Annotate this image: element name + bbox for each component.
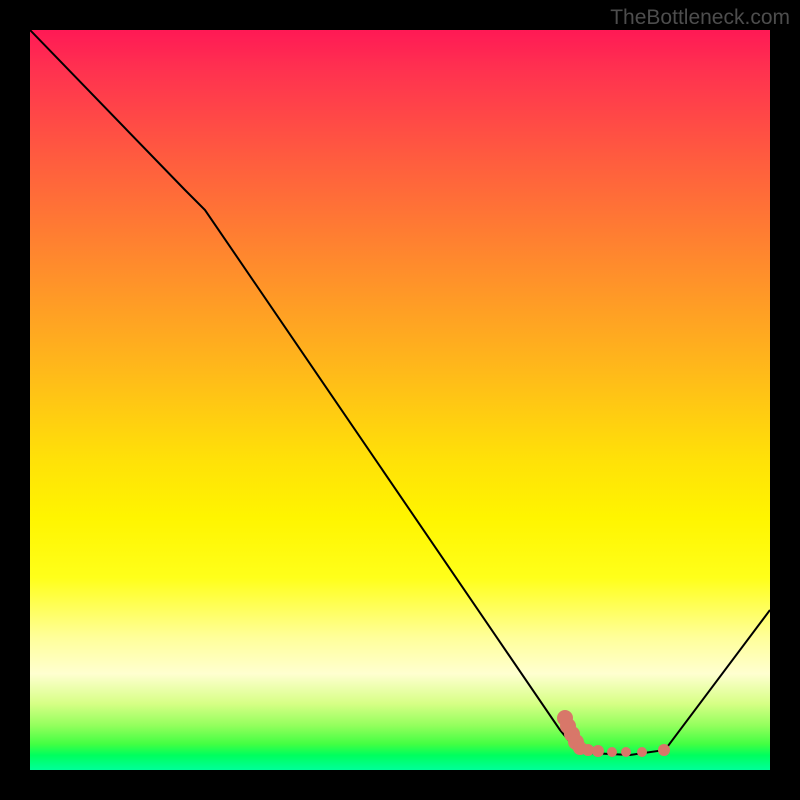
chart-marker xyxy=(621,747,631,757)
chart-plot-area xyxy=(30,30,770,770)
chart-marker xyxy=(637,747,647,757)
chart-marker xyxy=(592,745,604,757)
chart-marker xyxy=(607,747,617,757)
chart-marker xyxy=(658,744,670,756)
chart-curve xyxy=(30,30,770,770)
watermark-text: TheBottleneck.com xyxy=(610,6,790,30)
